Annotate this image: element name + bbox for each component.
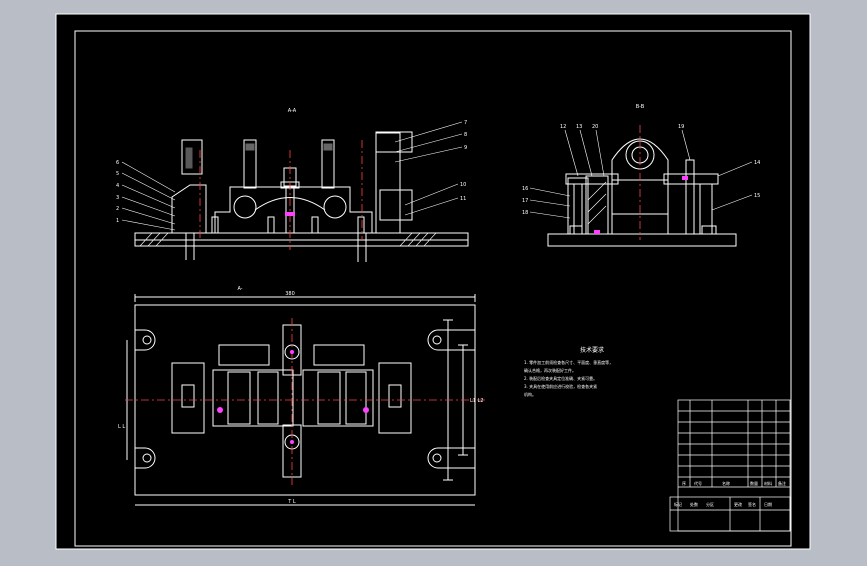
callout-label: 7 — [464, 120, 467, 126]
title-block-cell: 序 — [682, 480, 686, 486]
callout-label: 10 — [460, 182, 466, 188]
callout-label: 18 — [522, 210, 528, 216]
callout-label: 9 — [464, 145, 467, 151]
title-block-cell: 代号 — [694, 480, 702, 486]
callout-label: 12 — [560, 124, 566, 130]
dimension-text: 380 — [285, 291, 295, 297]
title-block-cell: 签名 — [748, 501, 756, 507]
dimension-text: T L — [287, 499, 296, 505]
tech-requirement-line: 机构。 — [524, 391, 536, 397]
callout-label: 2 — [116, 206, 119, 212]
callout-label: 5 — [116, 171, 119, 177]
callout-label: 1 — [116, 218, 119, 224]
callout-label: 20 — [592, 124, 598, 130]
title-block-cell: 数量 — [750, 480, 758, 486]
callout-label: 13 — [576, 124, 582, 130]
title-block-cell: 处数 — [690, 501, 698, 507]
callout-label: 11 — [460, 196, 466, 202]
title-block-cell: 材料 — [764, 480, 772, 486]
cad-drawing-sheet: A-A B-B A- 7 8 9 6 5 4 3 2 1 10 11 12 13… — [55, 13, 811, 550]
title-block-cell: 日期 — [764, 501, 772, 507]
callout-label: 17 — [522, 198, 528, 204]
title-block-cell: 备注 — [778, 480, 786, 486]
front-view-label: A-A — [288, 108, 297, 114]
callout-label: 4 — [116, 183, 119, 189]
drawing-paper — [55, 13, 811, 550]
callout-label: 8 — [464, 132, 467, 138]
callout-label: 14 — [754, 160, 760, 166]
tech-requirement-line: 2. 装配后检查夹具定位准确、夹紧可靠。 — [524, 375, 597, 381]
title-block-cell: 标记 — [674, 501, 682, 507]
callout-label: 15 — [754, 193, 760, 199]
callout-label: 3 — [116, 195, 119, 201]
tech-requirement-line: 确认合格，再次装配好工件。 — [524, 367, 576, 373]
tech-requirement-line: 3. 夹具在使用前应进行校验，检查各夹紧 — [524, 383, 597, 389]
tech-requirement-line: 1. 零件加工前须检查各尺寸、平面度、垂直度等， — [524, 359, 613, 365]
title-block-cell: 更改 — [734, 501, 742, 507]
side-view-label: B-B — [636, 104, 645, 110]
title-block-cell: 分区 — [706, 501, 714, 507]
plan-view-label: A- — [237, 286, 242, 292]
title-block-cell: 名称 — [722, 480, 730, 486]
cad-viewport: A-A B-B A- 7 8 9 6 5 4 3 2 1 10 11 12 13… — [0, 0, 867, 562]
callout-label: 6 — [116, 160, 119, 166]
callout-label: 16 — [522, 186, 528, 192]
callout-label: 19 — [678, 124, 684, 130]
dimension-text: L1 L2 — [470, 398, 484, 404]
tech-requirements-title: 技术要求 — [580, 346, 604, 354]
dimension-text: L L — [118, 424, 125, 430]
